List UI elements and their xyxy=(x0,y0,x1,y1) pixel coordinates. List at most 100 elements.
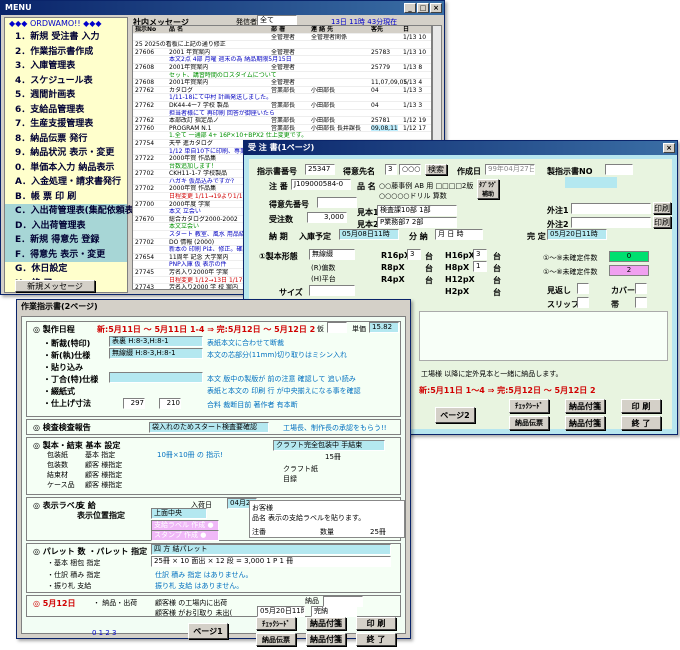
page1-button[interactable]: ページ1 xyxy=(188,623,228,639)
nyuko-date[interactable]: 05月08日11時 xyxy=(339,229,399,240)
spec-field[interactable]: 無線綴 H:8-3,H:8-1 xyxy=(109,348,203,359)
print-button[interactable]: 印 刷 xyxy=(621,399,661,413)
supply-button[interactable]: 納品付箋 xyxy=(565,399,605,413)
menu-item[interactable]: D．入出荷管理表 xyxy=(5,218,127,233)
message-row[interactable]: 25 2025の看板に上記の通り修正 xyxy=(133,41,431,49)
inspection-note: 工場長、制作長の承認をもらう!! xyxy=(283,424,387,432)
collate-field[interactable] xyxy=(109,372,203,383)
width-field[interactable]: 297 xyxy=(123,398,145,409)
message-row[interactable]: 27762 カタログ 営業部長 小田部長 04 1/13 3 xyxy=(133,87,431,95)
stamp-created[interactable]: スタンプ 作成 ● xyxy=(151,530,219,541)
page2-button[interactable]: ページ2 xyxy=(435,407,475,423)
tag-button[interactable]: ﾀﾌﾟﾗｸﾞ 補助 xyxy=(477,179,499,199)
message-row[interactable]: 27762 DK44-4ー7 学校 製品 営業部長 小田部長 04 1/13 3 xyxy=(133,102,431,110)
message-row[interactable]: 27760 PROGRAM N.1 営業部長 小田部長 長井課長 09,08,11 1/1… xyxy=(133,124,431,133)
page-numbers[interactable]: 0 1 2 3 xyxy=(92,629,117,637)
contact-field[interactable] xyxy=(317,197,357,208)
menu-item[interactable]: B．帳 票 印 刷 xyxy=(5,190,127,205)
print-button-1[interactable]: 印刷 xyxy=(653,202,671,214)
cover-field[interactable] xyxy=(635,283,647,294)
minimize-icon[interactable]: _ xyxy=(404,3,416,13)
menu-item[interactable]: 6．支給品管理表 xyxy=(5,103,127,118)
bunnou-date[interactable]: 月 日 時 xyxy=(435,229,483,240)
menu-item[interactable]: 5．週間計画表 xyxy=(5,88,127,103)
gaichu1-field[interactable] xyxy=(571,203,651,214)
pallet-type[interactable]: 四 方 結パレット xyxy=(151,544,391,555)
menu-item[interactable]: 7．生産支援管理表 xyxy=(5,117,127,132)
menu-item[interactable]: 1．新規 受注書 入力 xyxy=(5,30,127,45)
menu-item[interactable]: G．休日設定 xyxy=(5,262,127,277)
customer-code-field[interactable]: 3 xyxy=(385,164,397,175)
cut-field[interactable]: 表裏 H:8-3,H:8-1 xyxy=(109,336,203,347)
inspection-field[interactable]: 袋入れのためスタート検査要確認 xyxy=(149,422,269,433)
menu-item[interactable]: 2．作業指示書作成 xyxy=(5,45,127,60)
message-row[interactable]: 1/11-18にて中村 計画発送しました。 xyxy=(133,94,431,102)
sample2-field[interactable]: P業務部7 2部 xyxy=(377,217,457,228)
delivery-tag-button[interactable]: 納品付箋 xyxy=(306,633,346,646)
customer-name-field[interactable]: ○○○ xyxy=(399,164,421,175)
delivery-datefield[interactable]: 05月20日11時 xyxy=(257,606,305,617)
message-row[interactable]: 全管理者 全管理者関係 1/13 10 xyxy=(133,34,431,42)
message-row[interactable]: 27608 2001年賀案内 全管理者 11,07,09,05 1/13 4 xyxy=(133,79,431,87)
delivery-tag-button[interactable]: 納品付箋 xyxy=(565,416,605,430)
note-field[interactable]: J109000584-0 xyxy=(291,179,351,190)
menu-item[interactable]: A．入金処理・請求書発行 xyxy=(5,175,127,190)
slip-field[interactable] xyxy=(605,164,633,175)
message-row[interactable]: 本文2点 4部 月曜 週末の為 納品期限5月15日 xyxy=(133,56,431,64)
delivery-slip-button[interactable]: 納品伝票 xyxy=(509,416,549,430)
qty-field[interactable]: 3,000 xyxy=(307,212,347,223)
menu-item[interactable]: 3．入庫管理表 xyxy=(5,59,127,74)
press-cell[interactable]: 1 xyxy=(473,261,487,272)
slip-tag-field[interactable] xyxy=(577,297,589,308)
message-row[interactable]: 1.全て 一通部 4+ 16P×10+BPX2 仕上変更です。 xyxy=(133,132,431,140)
binding-select[interactable]: 無線綴 xyxy=(309,249,355,260)
price-field[interactable]: 15.82 xyxy=(369,322,399,333)
size-select[interactable] xyxy=(309,285,355,296)
kraft-select[interactable]: クラフト完全包装中 手結束 xyxy=(273,440,385,451)
menu-item[interactable]: 0．単価本入力 納品表示 xyxy=(5,161,127,176)
kanryo-date[interactable]: 05月20日11時 xyxy=(547,229,607,240)
exit-button[interactable]: 終 了 xyxy=(356,633,396,646)
pack-value[interactable]: 25冊 × 10 面出 × 12 段 = 3,000 1 P 1 冊 xyxy=(151,556,391,567)
message-row[interactable]: 27606 2001 年賀案内 全管理者 25783 1/13 10 xyxy=(133,49,431,57)
print-button-2[interactable]: 印刷 xyxy=(653,216,671,228)
close-icon[interactable]: × xyxy=(430,3,442,13)
print-button[interactable]: 印 刷 xyxy=(356,617,396,630)
press-cell[interactable]: 3 xyxy=(473,249,487,260)
sample1-field[interactable]: 検査課10部 1部 xyxy=(377,205,457,216)
menu-item[interactable]: 4．スケジュール表 xyxy=(5,74,127,89)
message-cell: 27702 xyxy=(135,185,155,193)
bunnou-label: 分 納 xyxy=(409,232,428,241)
supply-button[interactable]: 納品付箋 xyxy=(306,617,346,630)
created-date[interactable]: 99年04月27日 xyxy=(485,164,535,175)
menu-item[interactable]: C．入出荷管理表(集配依頼表) xyxy=(5,204,138,219)
search-button[interactable]: 検索 xyxy=(425,164,447,175)
obi-field[interactable] xyxy=(635,297,647,308)
menu-item[interactable]: E．新規 得意先 登録 xyxy=(5,233,127,248)
message-row[interactable]: 27762 本部改訂 指定品ノ 営業部長 小田部長 25781 1/12 19 xyxy=(133,117,431,125)
message-row[interactable]: セット、講習時間のロスタイムについて xyxy=(133,72,431,80)
nohin-select[interactable] xyxy=(323,596,363,607)
tentative-field[interactable] xyxy=(327,322,347,333)
delivery-slip-button[interactable]: 納品伝票 xyxy=(256,633,296,646)
close-icon[interactable]: × xyxy=(663,143,675,153)
catalog-label: 目録 xyxy=(283,475,297,483)
order-no-field[interactable]: 25347 xyxy=(305,164,335,175)
checksheet-button[interactable]: ﾁｪｯｸｼｰﾄﾞ xyxy=(256,617,296,630)
new-message-button[interactable]: 新規メッセージ xyxy=(15,280,95,292)
checksheet-button[interactable]: ﾁｪｯｸｼｰﾄﾞ xyxy=(509,399,549,413)
menu-item[interactable]: 8．納品伝票 発行 xyxy=(5,132,127,147)
message-row[interactable]: 担当者様にて 再印刷 回答が御座いたら xyxy=(133,110,431,118)
press-cell[interactable]: 3 xyxy=(407,249,421,260)
menu-item[interactable]: F．得意先 表示・変更 xyxy=(5,247,127,262)
menu-item[interactable]: 9．納品状況 表示・変更 xyxy=(5,146,127,161)
message-row[interactable]: 27608 2001年賀案内 全管理者 25779 1/13 8 xyxy=(133,64,431,72)
exit-button[interactable]: 終 了 xyxy=(621,416,661,430)
mihiraki-field[interactable] xyxy=(577,283,589,294)
binding-spec: 基本 指定 xyxy=(85,451,116,459)
message-cell: 27670 xyxy=(135,215,155,223)
complete-select[interactable]: 完納 xyxy=(311,606,357,617)
gaichu2-field[interactable] xyxy=(571,217,651,228)
maximize-icon[interactable]: □ xyxy=(417,3,429,13)
height-field[interactable]: 210 xyxy=(159,398,181,409)
